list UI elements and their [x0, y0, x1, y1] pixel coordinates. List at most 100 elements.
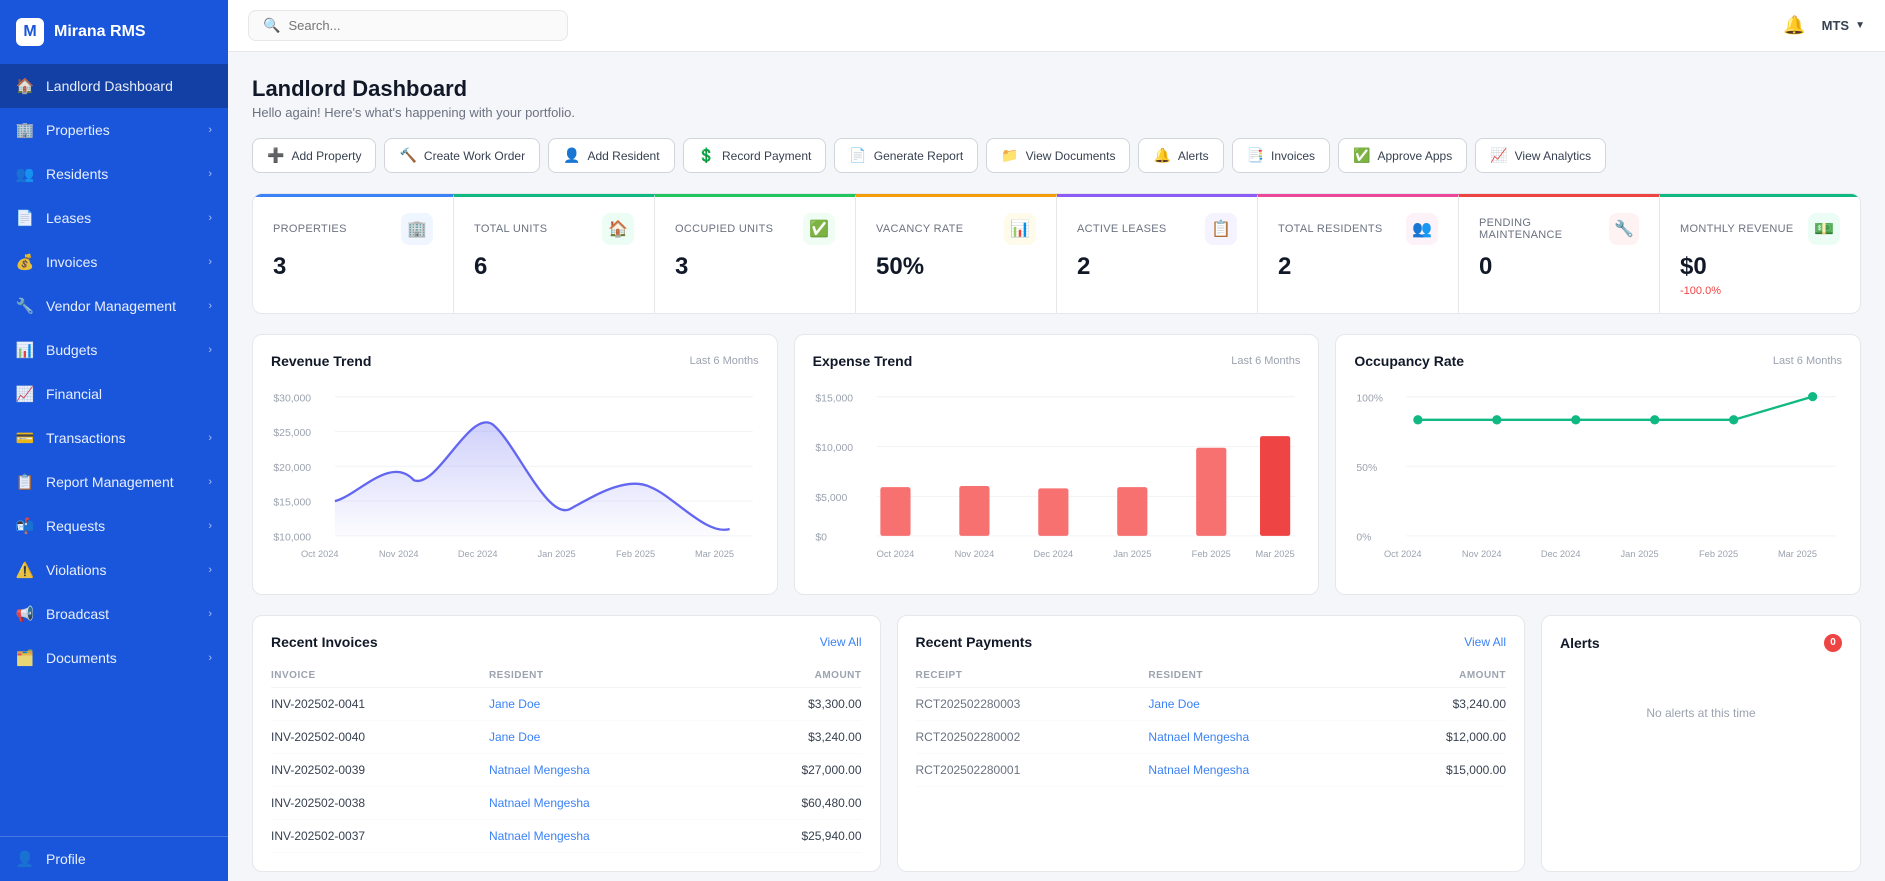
alerts-button[interactable]: 🔔 Alerts — [1138, 138, 1223, 173]
app-logo[interactable]: M Mirana RMS — [0, 0, 228, 64]
sidebar-label-financial: Financial — [46, 386, 102, 402]
invoice-id: INV-202502-0040 — [271, 720, 489, 753]
sidebar-item-budgets[interactable]: 📊 Budgets › — [0, 328, 228, 372]
occupancy-chart-svg: 100% 50% 0% — [1354, 385, 1842, 571]
sidebar-item-documents[interactable]: 🗂️ Documents › — [0, 636, 228, 680]
invoices-icon: 💰 — [16, 253, 34, 271]
search-box[interactable]: 🔍 — [248, 10, 568, 41]
generate-report-button[interactable]: 📄 Generate Report — [834, 138, 978, 173]
stat-properties-label: Properties — [273, 223, 347, 235]
svg-text:Nov 2024: Nov 2024 — [1462, 549, 1502, 559]
sidebar-label-report: Report Management — [46, 474, 174, 490]
svg-text:Oct 2024: Oct 2024 — [876, 549, 914, 559]
resident-name: Jane Doe — [1148, 687, 1372, 720]
no-alerts-message: No alerts at this time — [1560, 666, 1842, 760]
add-property-label: Add Property — [291, 149, 361, 163]
sidebar-label-budgets: Budgets — [46, 342, 97, 358]
residents-icon: 👥 — [16, 165, 34, 183]
chevron-right-icon: › — [208, 212, 212, 224]
sidebar-item-vendor[interactable]: 🔧 Vendor Management › — [0, 284, 228, 328]
add-resident-button[interactable]: 👤 Add Resident — [548, 138, 674, 173]
page-title: Landlord Dashboard — [252, 76, 1861, 102]
app-name: Mirana RMS — [54, 23, 146, 41]
svg-text:Feb 2025: Feb 2025 — [1191, 549, 1230, 559]
sidebar-item-leases[interactable]: 📄 Leases › — [0, 196, 228, 240]
invoices-button[interactable]: 📑 Invoices — [1232, 138, 1330, 173]
svg-text:Jan 2025: Jan 2025 — [538, 549, 576, 559]
sidebar-item-residents[interactable]: 👥 Residents › — [0, 152, 228, 196]
occupancy-chart-period: Last 6 Months — [1773, 355, 1842, 367]
svg-text:Jan 2025: Jan 2025 — [1621, 549, 1659, 559]
sidebar-item-invoices[interactable]: 💰 Invoices › — [0, 240, 228, 284]
svg-text:$0: $0 — [815, 533, 827, 544]
receipt-id: RCT202502280002 — [916, 720, 1149, 753]
invoices-view-all[interactable]: View All — [820, 635, 862, 649]
sidebar-item-properties[interactable]: 🏢 Properties › — [0, 108, 228, 152]
approve-apps-button[interactable]: ✅ Approve Apps — [1338, 138, 1467, 173]
resident-name: Natnael Mengesha — [1148, 720, 1372, 753]
create-work-order-button[interactable]: 🔨 Create Work Order — [384, 138, 540, 173]
expense-trend-chart: Expense Trend Last 6 Months $15,000 $10,… — [794, 334, 1320, 595]
sidebar-item-requests[interactable]: 📬 Requests › — [0, 504, 228, 548]
approve-apps-icon: ✅ — [1353, 147, 1370, 164]
stat-monthly-revenue-value: $0 — [1680, 253, 1840, 281]
sidebar-item-report[interactable]: 📋 Report Management › — [0, 460, 228, 504]
record-payment-button[interactable]: 💲 Record Payment — [683, 138, 827, 173]
invoice-amount: $3,240.00 — [722, 720, 861, 753]
table-row: INV-202502-0038 Natnael Mengesha $60,480… — [271, 786, 862, 819]
payments-table-title: Recent Payments — [916, 634, 1033, 650]
svg-text:$10,000: $10,000 — [273, 533, 311, 544]
requests-icon: 📬 — [16, 517, 34, 535]
search-input[interactable] — [288, 18, 553, 33]
topbar: 🔍 🔔 MTS ▼ — [228, 0, 1885, 52]
resident-col-header-payments: RESIDENT — [1148, 664, 1372, 688]
svg-text:100%: 100% — [1357, 393, 1384, 404]
svg-text:Mar 2025: Mar 2025 — [1778, 549, 1817, 559]
user-menu[interactable]: MTS ▼ — [1822, 18, 1865, 33]
sidebar-item-dashboard[interactable]: 🏠 Landlord Dashboard — [0, 64, 228, 108]
sidebar-label-transactions: Transactions — [46, 430, 126, 446]
leases-icon: 📄 — [16, 209, 34, 227]
profile-icon: 👤 — [16, 850, 34, 868]
chevron-right-icon: › — [208, 608, 212, 620]
invoices-table-title: Recent Invoices — [271, 634, 378, 650]
sidebar-label-dashboard: Landlord Dashboard — [46, 78, 173, 94]
svg-text:Dec 2024: Dec 2024 — [458, 549, 498, 559]
svg-text:Mar 2025: Mar 2025 — [695, 549, 734, 559]
create-work-order-label: Create Work Order — [424, 149, 525, 163]
svg-text:$25,000: $25,000 — [273, 428, 311, 439]
financial-icon: 📈 — [16, 385, 34, 403]
stat-occupied-units: Occupied Units ✅ 3 — [655, 194, 856, 313]
view-analytics-button[interactable]: 📈 View Analytics — [1475, 138, 1606, 173]
add-property-button[interactable]: ➕ Add Property — [252, 138, 376, 173]
sidebar-bottom: 👤 Profile — [0, 836, 228, 881]
stat-total-units: Total Units 🏠 6 — [454, 194, 655, 313]
payment-amount: $3,240.00 — [1372, 687, 1506, 720]
expense-chart-title: Expense Trend — [813, 353, 913, 369]
resident-name: Natnael Mengesha — [489, 786, 722, 819]
stat-active-leases-value: 2 — [1077, 253, 1237, 281]
broadcast-icon: 📢 — [16, 605, 34, 623]
svg-text:Mar 2025: Mar 2025 — [1255, 549, 1294, 559]
expense-chart-period: Last 6 Months — [1231, 355, 1300, 367]
page-subtitle: Hello again! Here's what's happening wit… — [252, 105, 1861, 120]
revenue-chart-period: Last 6 Months — [690, 355, 759, 367]
sidebar-item-profile[interactable]: 👤 Profile — [0, 837, 228, 881]
sidebar-item-transactions[interactable]: 💳 Transactions › — [0, 416, 228, 460]
notifications-bell-icon[interactable]: 🔔 — [1783, 15, 1805, 36]
revenue-chart-title: Revenue Trend — [271, 353, 371, 369]
stat-properties: Properties 🏢 3 — [253, 194, 454, 313]
bottom-row: Recent Invoices View All INVOICE RESIDEN… — [252, 615, 1861, 872]
table-row: INV-202502-0041 Jane Doe $3,300.00 — [271, 687, 862, 720]
page-content: Landlord Dashboard Hello again! Here's w… — [228, 52, 1885, 881]
sidebar-item-broadcast[interactable]: 📢 Broadcast › — [0, 592, 228, 636]
payments-view-all[interactable]: View All — [1464, 635, 1506, 649]
sidebar-item-financial[interactable]: 📈 Financial — [0, 372, 228, 416]
sidebar-item-violations[interactable]: ⚠️ Violations › — [0, 548, 228, 592]
svg-text:Nov 2024: Nov 2024 — [379, 549, 419, 559]
stat-monthly-revenue-change: -100.0% — [1680, 285, 1840, 297]
view-documents-button[interactable]: 📁 View Documents — [986, 138, 1130, 173]
report-icon: 📋 — [16, 473, 34, 491]
receipt-col-header: RECEIPT — [916, 664, 1149, 688]
sidebar-label-leases: Leases — [46, 210, 91, 226]
